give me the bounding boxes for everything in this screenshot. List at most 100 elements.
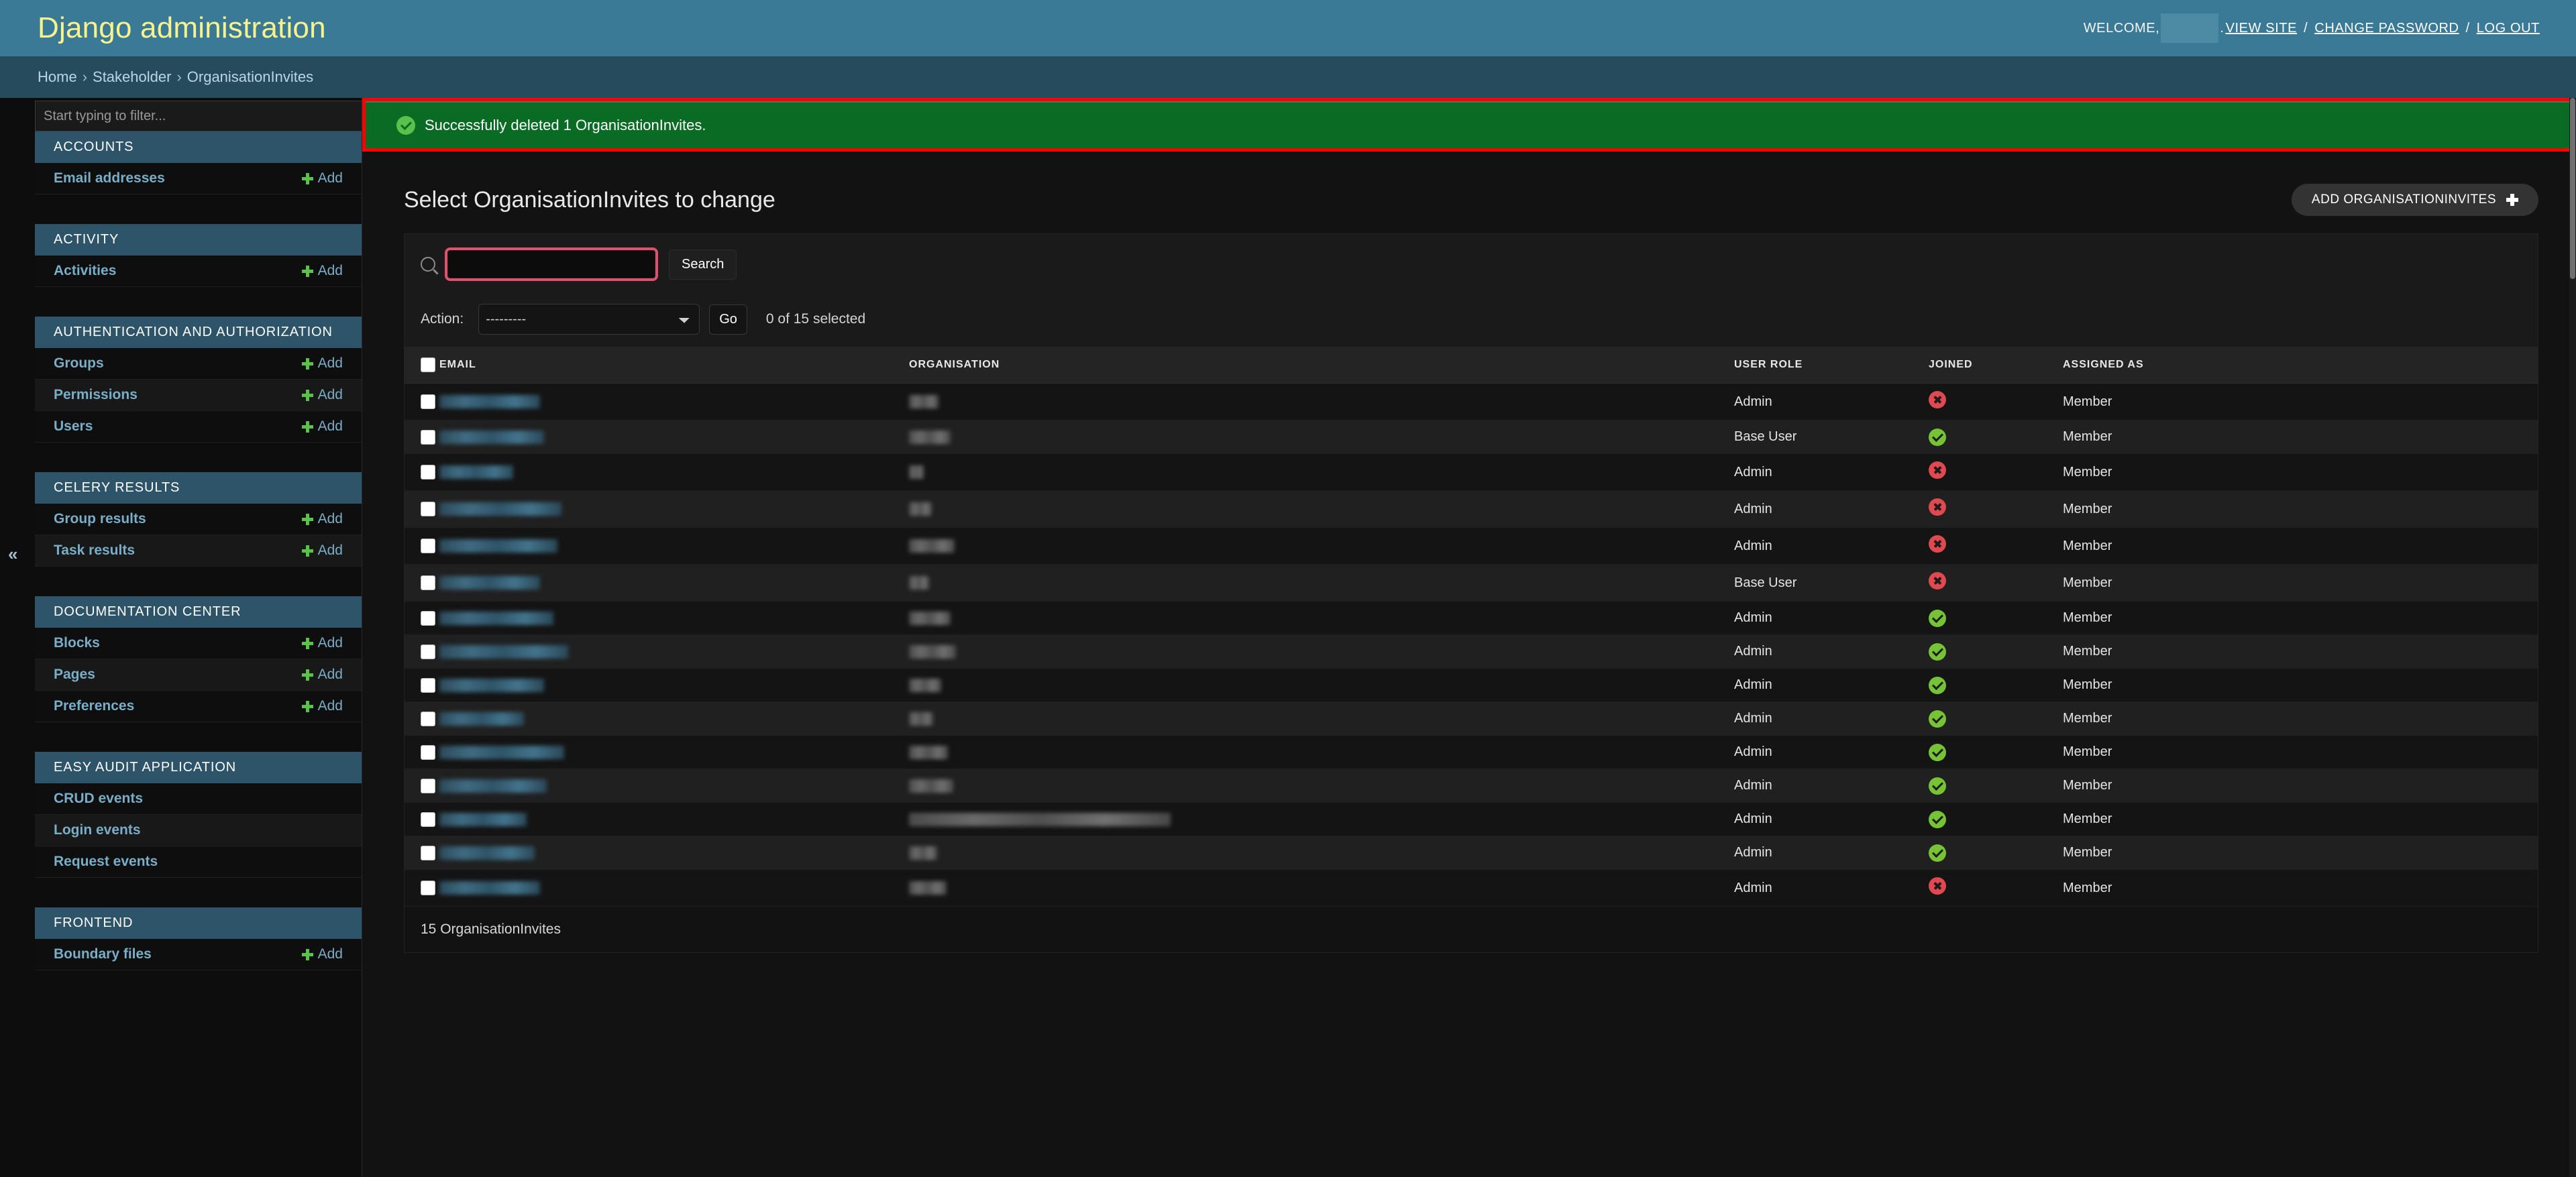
table-row[interactable]: Admin Member [405,702,2538,736]
cell-email[interactable] [439,383,909,421]
sidebar-item-request-events[interactable]: Request events [35,846,362,878]
row-select-checkbox[interactable] [421,394,435,409]
cell-email[interactable] [439,490,909,528]
sidebar-collapse-icon[interactable]: « [8,544,17,565]
search-input[interactable] [447,250,655,278]
sidebar-item-label[interactable]: Pages [54,667,95,683]
row-select-checkbox[interactable] [421,644,435,659]
search-button[interactable]: Search [669,249,737,280]
sidebar-item-label[interactable]: Login events [54,822,141,838]
change-password-link[interactable]: CHANGE PASSWORD [2313,21,2460,36]
table-row[interactable]: Admin Member [405,802,2538,836]
sidebar-add-link[interactable]: Add [301,263,343,279]
cell-email[interactable] [439,527,909,565]
table-row[interactable]: Admin Member [405,869,2538,907]
page-scrollbar[interactable] [2569,98,2576,1177]
sidebar-add-link[interactable]: Add [301,387,343,403]
column-header-organisation[interactable]: ORGANISATION [909,347,1734,384]
cell-email[interactable] [439,802,909,836]
breadcrumb-app[interactable]: Stakeholder [93,68,171,86]
sidebar-item-label[interactable]: Preferences [54,698,134,714]
sidebar-item-users[interactable]: Users Add [35,411,362,443]
sidebar-add-link[interactable]: Add [301,946,343,962]
sidebar-filter-input[interactable] [35,101,362,131]
sidebar-item-activities[interactable]: Activities Add [35,256,362,287]
sidebar-item-group-results[interactable]: Group results Add [35,504,362,535]
sidebar-item-permissions[interactable]: Permissions Add [35,380,362,411]
sidebar-item-email-addresses[interactable]: Email addresses Add [35,163,362,194]
column-header-assigned-as[interactable]: ASSIGNED AS [2063,347,2538,384]
table-row[interactable]: Admin Member [405,383,2538,421]
row-select-checkbox[interactable] [421,465,435,480]
row-select-checkbox[interactable] [421,502,435,516]
log-out-link[interactable]: LOG OUT [2475,21,2541,36]
table-row[interactable]: Admin Member [405,601,2538,635]
table-row[interactable]: Admin Member [405,490,2538,528]
table-row[interactable]: Admin Member [405,836,2538,870]
cell-email[interactable] [439,634,909,669]
row-select-checkbox[interactable] [421,539,435,553]
row-select-checkbox[interactable] [421,610,435,626]
sidebar-item-label[interactable]: Group results [54,511,146,527]
sidebar-add-link[interactable]: Add [301,635,343,651]
sidebar-item-blocks[interactable]: Blocks Add [35,628,362,659]
sidebar-item-groups[interactable]: Groups Add [35,348,362,380]
row-select-checkbox[interactable] [421,429,435,445]
row-select-checkbox[interactable] [421,575,435,590]
cell-email[interactable] [439,453,909,491]
select-all-checkbox[interactable] [421,357,435,372]
cell-email[interactable] [439,668,909,702]
table-row[interactable]: Base User Member [405,420,2538,454]
sidebar-item-label[interactable]: Activities [54,263,116,279]
table-row[interactable]: Base User Member [405,564,2538,602]
sidebar-add-link[interactable]: Add [301,170,343,186]
cell-email[interactable] [439,836,909,870]
sidebar-item-label[interactable]: Boundary files [54,946,152,962]
table-row[interactable]: Admin Member [405,453,2538,491]
sidebar-item-label[interactable]: Permissions [54,387,138,403]
column-header-user-role[interactable]: USER ROLE [1734,347,1929,384]
sidebar-add-link[interactable]: Add [301,698,343,714]
view-site-link[interactable]: VIEW SITE [2224,21,2299,36]
table-row[interactable]: Admin Member [405,527,2538,565]
sidebar-item-boundary-files[interactable]: Boundary files Add [35,939,362,970]
page-scrollbar-thumb[interactable] [2570,98,2575,279]
table-row[interactable]: Admin Member [405,735,2538,769]
add-organisationinvites-button[interactable]: ADD ORGANISATIONINVITES [2291,184,2538,216]
column-header-joined[interactable]: JOINED [1929,347,2063,384]
sidebar-add-link[interactable]: Add [301,511,343,527]
action-go-button[interactable]: Go [709,304,747,335]
column-header-email[interactable]: EMAIL [439,347,909,384]
sidebar-item-login-events[interactable]: Login events [35,815,362,846]
sidebar-item-label[interactable]: Blocks [54,635,100,651]
sidebar-add-link[interactable]: Add [301,355,343,372]
cell-email[interactable] [439,601,909,635]
cell-email[interactable] [439,564,909,602]
cell-email[interactable] [439,702,909,736]
table-row[interactable]: Admin Member [405,769,2538,803]
sidebar-item-label[interactable]: Task results [54,543,135,559]
row-select-checkbox[interactable] [421,778,435,793]
breadcrumb-home[interactable]: Home [38,68,77,86]
action-select[interactable]: --------- [478,304,700,335]
row-select-checkbox[interactable] [421,811,435,827]
sidebar-item-crud-events[interactable]: CRUD events [35,783,362,815]
cell-email[interactable] [439,869,909,907]
sidebar-add-link[interactable]: Add [301,418,343,435]
cell-email[interactable] [439,735,909,769]
sidebar-item-preferences[interactable]: Preferences Add [35,691,362,722]
sidebar-add-link[interactable]: Add [301,543,343,559]
row-select-checkbox[interactable] [421,845,435,860]
sidebar-add-link[interactable]: Add [301,667,343,683]
cell-email[interactable] [439,769,909,803]
table-row[interactable]: Admin Member [405,668,2538,702]
sidebar-item-label[interactable]: Request events [54,854,158,870]
row-select-checkbox[interactable] [421,711,435,726]
cell-email[interactable] [439,420,909,454]
row-select-checkbox[interactable] [421,744,435,760]
row-select-checkbox[interactable] [421,677,435,693]
row-select-checkbox[interactable] [421,881,435,895]
sidebar-item-label[interactable]: Groups [54,355,104,372]
sidebar-item-label[interactable]: CRUD events [54,791,143,807]
sidebar-item-label[interactable]: Users [54,418,93,435]
